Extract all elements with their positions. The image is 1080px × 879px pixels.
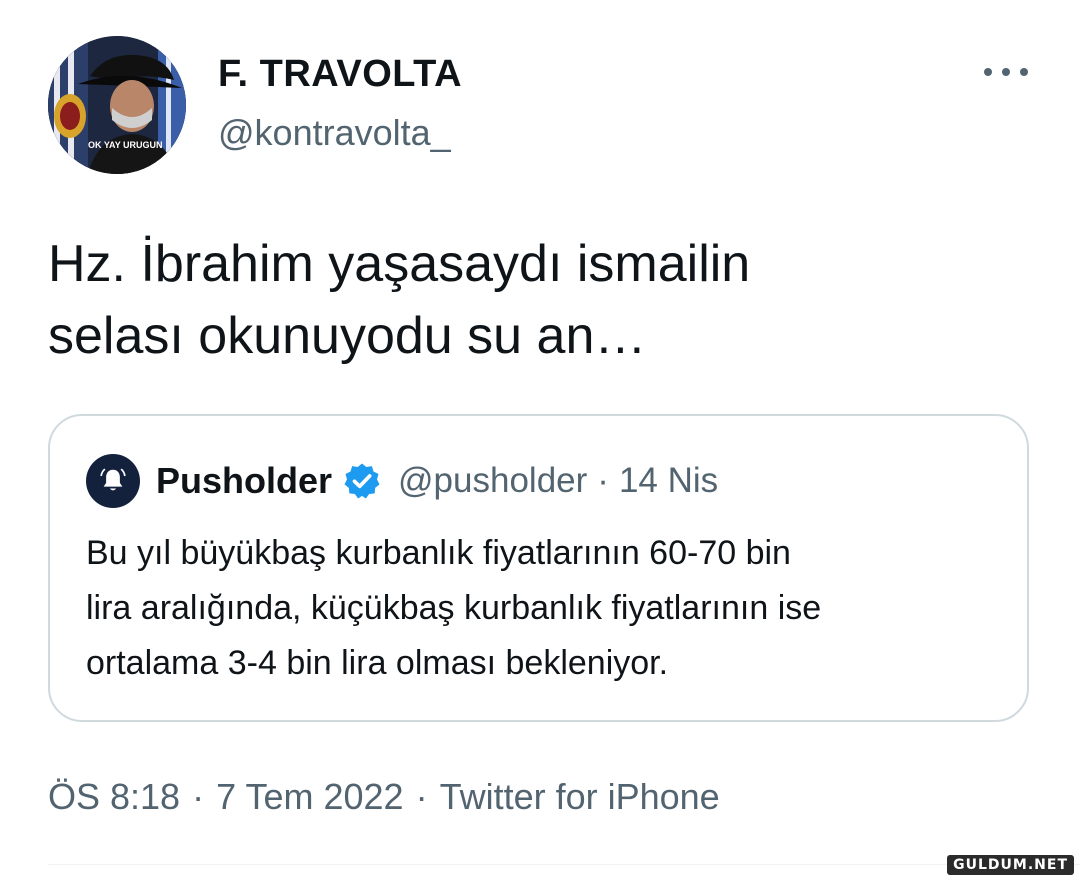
quote-avatar[interactable] (86, 454, 140, 508)
verified-badge-icon (344, 463, 380, 499)
quote-text-line: ortalama 3-4 bin lira olması bekleniyor. (86, 644, 669, 682)
author-handle[interactable]: @kontravolta_ (218, 112, 462, 154)
tweet: OK YAY URUGUN F. TRAVOLTA @kontravolta_ … (0, 0, 1080, 879)
quote-text-line: lira aralığında, küçükbaş kurbanlık fiya… (86, 589, 822, 627)
dot (1002, 68, 1010, 76)
quote-date[interactable]: 14 Nis (619, 461, 718, 501)
tweet-text: Hz. İbrahim yaşasaydı ismailin selası ok… (48, 228, 1028, 372)
author-info: F. TRAVOLTA @kontravolta_ (218, 52, 462, 154)
avatar-image (48, 36, 186, 174)
more-horizontal-icon[interactable] (984, 66, 1028, 78)
tweet-date[interactable]: 7 Tem 2022 (216, 776, 403, 817)
separator-dot: · (597, 461, 609, 500)
separator-dot: · (415, 776, 428, 817)
tweet-time[interactable]: ÖS 8:18 (48, 776, 180, 817)
quote-author-name[interactable]: Pusholder (156, 460, 332, 502)
quote-text: Bu yıl büyükbaş kurbanlık fiyatlarının 6… (86, 526, 1006, 691)
divider (48, 864, 1080, 865)
watermark-logo: GULDUM.NET (947, 855, 1074, 875)
quote-header: Pusholder @pusholder · 14 Nis (86, 454, 718, 508)
bell-icon (100, 468, 126, 491)
tweet-meta: ÖS 8:18 · 7 Tem 2022 · Twitter for iPhone (48, 776, 720, 818)
quote-tweet-card[interactable]: Pusholder @pusholder · 14 Nis Bu yıl büy… (48, 414, 1029, 722)
dot (984, 68, 992, 76)
tweet-text-line: selası okunuyodu su an… (48, 307, 647, 365)
tweet-text-line: Hz. İbrahim yaşasaydı ismailin (48, 235, 751, 293)
dot (1020, 68, 1028, 76)
author-avatar[interactable]: OK YAY URUGUN (48, 36, 186, 174)
tweet-source-link[interactable]: Twitter for iPhone (440, 776, 720, 817)
quote-author-handle[interactable]: @pusholder (398, 461, 587, 501)
avatar-caption: OK YAY URUGUN (88, 140, 163, 150)
separator-dot: · (192, 776, 205, 817)
author-name[interactable]: F. TRAVOLTA (218, 52, 462, 96)
quote-text-line: Bu yıl büyükbaş kurbanlık fiyatlarının 6… (86, 534, 791, 572)
